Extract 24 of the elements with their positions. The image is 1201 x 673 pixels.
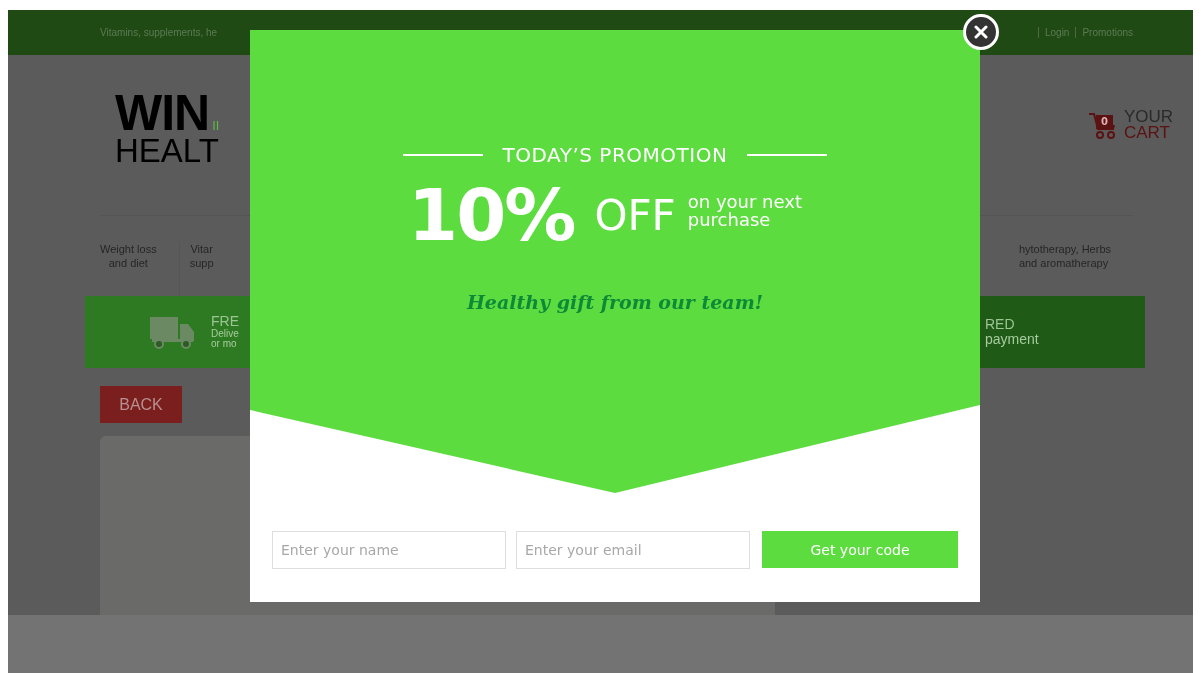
promo-heading: TODAY’S PROMOTION (502, 143, 728, 167)
offer-note: purchase (687, 211, 772, 229)
banner-text: Delive (211, 328, 239, 340)
logo-mark: II (212, 120, 220, 132)
truck-icon (149, 315, 195, 349)
banner-text: payment (985, 332, 1039, 347)
discount-text: 10% (408, 173, 575, 257)
cart-label[interactable]: CART (1123, 125, 1173, 142)
banner-title: FRE (211, 314, 239, 329)
offer-note: on your next (687, 193, 802, 211)
gift-text: Healthy gift from our team! (466, 291, 764, 313)
off-text: OFF (594, 190, 676, 240)
tagline: Vitamins, supplements, he (100, 27, 218, 38)
name-field[interactable]: Enter your name (272, 531, 506, 569)
banner-title: RED (985, 317, 1016, 332)
close-icon (974, 25, 988, 39)
banner-text: or mo (211, 339, 238, 350)
top-link[interactable]: Promotions (1075, 27, 1133, 38)
top-link[interactable]: Login (1037, 27, 1070, 38)
get-code-button[interactable]: Get your code (762, 531, 958, 568)
back-button[interactable]: BACK (100, 386, 182, 423)
cart-icon[interactable] (1087, 111, 1118, 139)
cart-count: 0 (1095, 115, 1113, 129)
email-field[interactable]: Enter your email (516, 531, 750, 569)
